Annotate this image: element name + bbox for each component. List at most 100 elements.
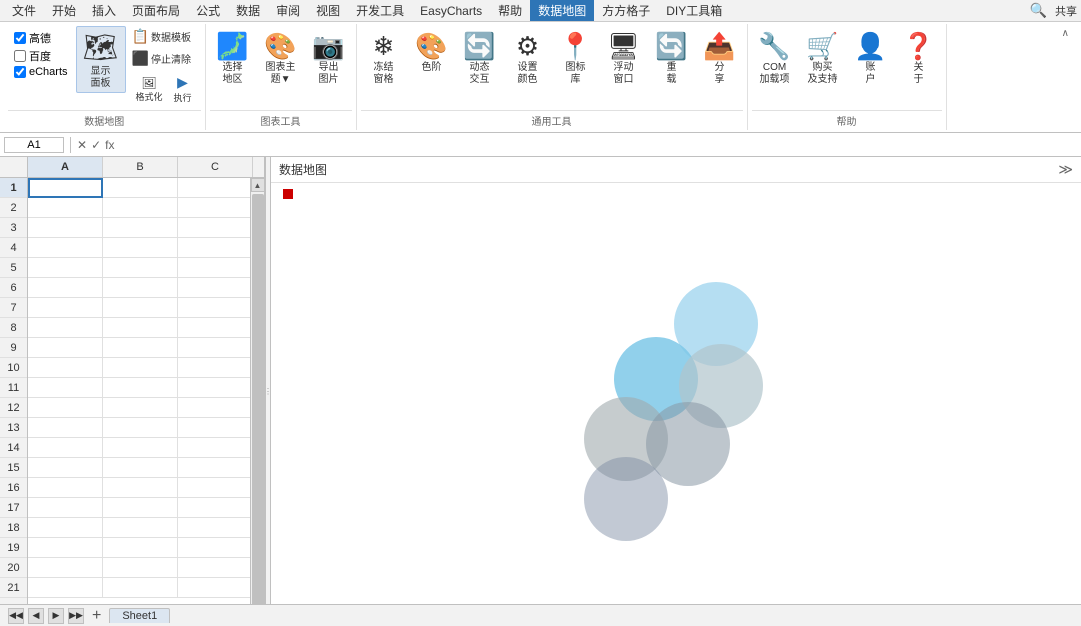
- export-pic-button[interactable]: 📷 导出图片: [306, 26, 352, 89]
- menu-page-layout[interactable]: 页面布局: [124, 0, 188, 21]
- cell-c1[interactable]: [178, 178, 250, 198]
- cell-c15[interactable]: [178, 458, 250, 478]
- scroll-up-arrow[interactable]: ▲: [251, 178, 265, 192]
- stop-clear-button[interactable]: ⬛ 停止清除: [128, 48, 201, 69]
- cell-b13[interactable]: [103, 418, 178, 438]
- formula-input[interactable]: [118, 138, 1077, 152]
- cell-c4[interactable]: [178, 238, 250, 258]
- cell-b3[interactable]: [103, 218, 178, 238]
- cell-a4[interactable]: [28, 238, 103, 258]
- cell-a6[interactable]: [28, 278, 103, 298]
- menu-dev-tools[interactable]: 开发工具: [348, 0, 412, 21]
- col-header-b[interactable]: B: [103, 157, 178, 177]
- format-button[interactable]: 🖼 格式化: [132, 74, 167, 105]
- cell-a17[interactable]: [28, 498, 103, 518]
- freeze-button[interactable]: ❄ 冻结窗格: [361, 26, 407, 89]
- cell-c14[interactable]: [178, 438, 250, 458]
- cell-c9[interactable]: [178, 338, 250, 358]
- cell-b20[interactable]: [103, 558, 178, 578]
- about-button[interactable]: ❓ 关于: [896, 26, 942, 89]
- cell-b17[interactable]: [103, 498, 178, 518]
- select-area-button[interactable]: 🗾 选择地区: [210, 26, 256, 89]
- cell-b9[interactable]: [103, 338, 178, 358]
- checkbox-echarts[interactable]: eCharts: [14, 66, 68, 78]
- menu-insert[interactable]: 插入: [84, 0, 124, 21]
- col-header-c[interactable]: C: [178, 157, 253, 177]
- cell-a19[interactable]: [28, 538, 103, 558]
- menu-data-map[interactable]: 数据地图: [530, 0, 594, 21]
- cell-b12[interactable]: [103, 398, 178, 418]
- cell-c18[interactable]: [178, 518, 250, 538]
- cell-a12[interactable]: [28, 398, 103, 418]
- menu-review[interactable]: 审阅: [268, 0, 308, 21]
- cell-a7[interactable]: [28, 298, 103, 318]
- settings-color-button[interactable]: ⚙ 设置颜色: [505, 26, 551, 89]
- cell-b15[interactable]: [103, 458, 178, 478]
- col-header-a[interactable]: A: [28, 157, 103, 177]
- cell-c21[interactable]: [178, 578, 250, 598]
- menu-data[interactable]: 数据: [228, 0, 268, 21]
- cell-c3[interactable]: [178, 218, 250, 238]
- chart-theme-button[interactable]: 🎨 图表主题▼: [258, 26, 304, 89]
- cell-b19[interactable]: [103, 538, 178, 558]
- scroll-thumb[interactable]: [252, 194, 264, 610]
- cell-b8[interactable]: [103, 318, 178, 338]
- cell-a1[interactable]: [28, 178, 103, 198]
- cell-c13[interactable]: [178, 418, 250, 438]
- cell-b14[interactable]: [103, 438, 178, 458]
- data-template-button[interactable]: 📋 数据模板: [128, 26, 201, 47]
- share-label[interactable]: 共享: [1055, 3, 1077, 19]
- menu-formula[interactable]: 公式: [188, 0, 228, 21]
- map-marker-button[interactable]: 📍 图标库: [553, 26, 599, 89]
- checkbox-gaode[interactable]: 高德: [14, 30, 68, 46]
- account-button[interactable]: 👤 账户: [848, 26, 894, 89]
- dynamic-interaction-button[interactable]: 🔄 动态交互: [457, 26, 503, 89]
- menu-view[interactable]: 视图: [308, 0, 348, 21]
- com-addon-button[interactable]: 🔧 COM加载项: [752, 26, 798, 89]
- checkbox-baidu[interactable]: 百度: [14, 48, 68, 64]
- cell-b6[interactable]: [103, 278, 178, 298]
- vertical-scrollbar[interactable]: ▲ ▼: [250, 178, 264, 626]
- cell-a3[interactable]: [28, 218, 103, 238]
- cell-c7[interactable]: [178, 298, 250, 318]
- menu-easy-charts[interactable]: EasyCharts: [412, 2, 490, 20]
- menu-diy-tools[interactable]: DIY工具箱: [658, 0, 730, 21]
- cell-a13[interactable]: [28, 418, 103, 438]
- collapse-ribbon-button[interactable]: ∧: [1058, 28, 1073, 39]
- cell-c16[interactable]: [178, 478, 250, 498]
- cell-b11[interactable]: [103, 378, 178, 398]
- cell-c20[interactable]: [178, 558, 250, 578]
- cell-a21[interactable]: [28, 578, 103, 598]
- menu-start[interactable]: 开始: [44, 0, 84, 21]
- expand-chart-icon[interactable]: ≫: [1058, 161, 1073, 178]
- sheet-scroll-first[interactable]: ◀◀: [8, 608, 24, 624]
- confirm-formula-icon[interactable]: ✓: [91, 138, 101, 152]
- select-all-button[interactable]: [0, 157, 28, 177]
- cell-c19[interactable]: [178, 538, 250, 558]
- cell-b10[interactable]: [103, 358, 178, 378]
- cell-b4[interactable]: [103, 238, 178, 258]
- cell-reference-input[interactable]: [4, 137, 64, 153]
- cell-c5[interactable]: [178, 258, 250, 278]
- cell-c11[interactable]: [178, 378, 250, 398]
- cell-a14[interactable]: [28, 438, 103, 458]
- reload-button[interactable]: 🔄 重载: [649, 26, 695, 89]
- cell-b16[interactable]: [103, 478, 178, 498]
- cell-c8[interactable]: [178, 318, 250, 338]
- cancel-formula-icon[interactable]: ✕: [77, 138, 87, 152]
- share-button[interactable]: 📤 分享: [697, 26, 743, 89]
- display-panel-button[interactable]: 🗺 显示面板: [76, 26, 126, 93]
- add-sheet-button[interactable]: +: [88, 607, 105, 625]
- execute-button[interactable]: ▶ 执行: [169, 72, 197, 106]
- float-window-button[interactable]: 🖥 浮动窗口: [601, 26, 647, 89]
- cell-c12[interactable]: [178, 398, 250, 418]
- cell-c10[interactable]: [178, 358, 250, 378]
- cell-b18[interactable]: [103, 518, 178, 538]
- sheet-scroll-last[interactable]: ▶▶: [68, 608, 84, 624]
- cell-c6[interactable]: [178, 278, 250, 298]
- cell-b21[interactable]: [103, 578, 178, 598]
- menu-help[interactable]: 帮助: [490, 0, 530, 21]
- cell-a16[interactable]: [28, 478, 103, 498]
- insert-function-icon[interactable]: fx: [105, 138, 114, 152]
- menu-file[interactable]: 文件: [4, 0, 44, 21]
